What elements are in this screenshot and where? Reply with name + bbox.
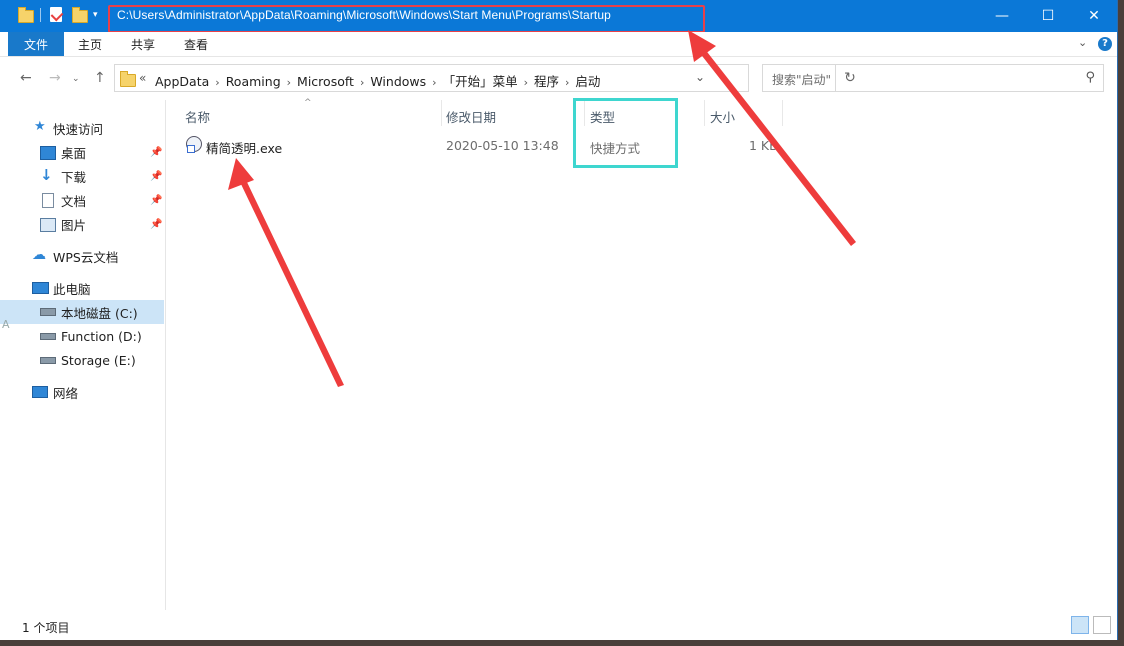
annotation-arrows <box>228 30 856 387</box>
details-view-icon[interactable] <box>1071 616 1089 634</box>
arrow-head <box>228 158 254 190</box>
arrow-shaft <box>699 48 856 246</box>
arrow-head <box>688 30 716 62</box>
background-letter: A <box>2 318 10 331</box>
arrow-shaft <box>240 180 344 387</box>
status-item-count: 1 个项目 <box>22 621 70 635</box>
arrow-to-path <box>688 30 856 246</box>
arrow-to-file <box>228 158 344 387</box>
large-icons-view-icon[interactable] <box>1093 616 1111 634</box>
explorer-window: ▾ C:\Users\Administrator\AppData\Roaming… <box>0 0 1118 640</box>
